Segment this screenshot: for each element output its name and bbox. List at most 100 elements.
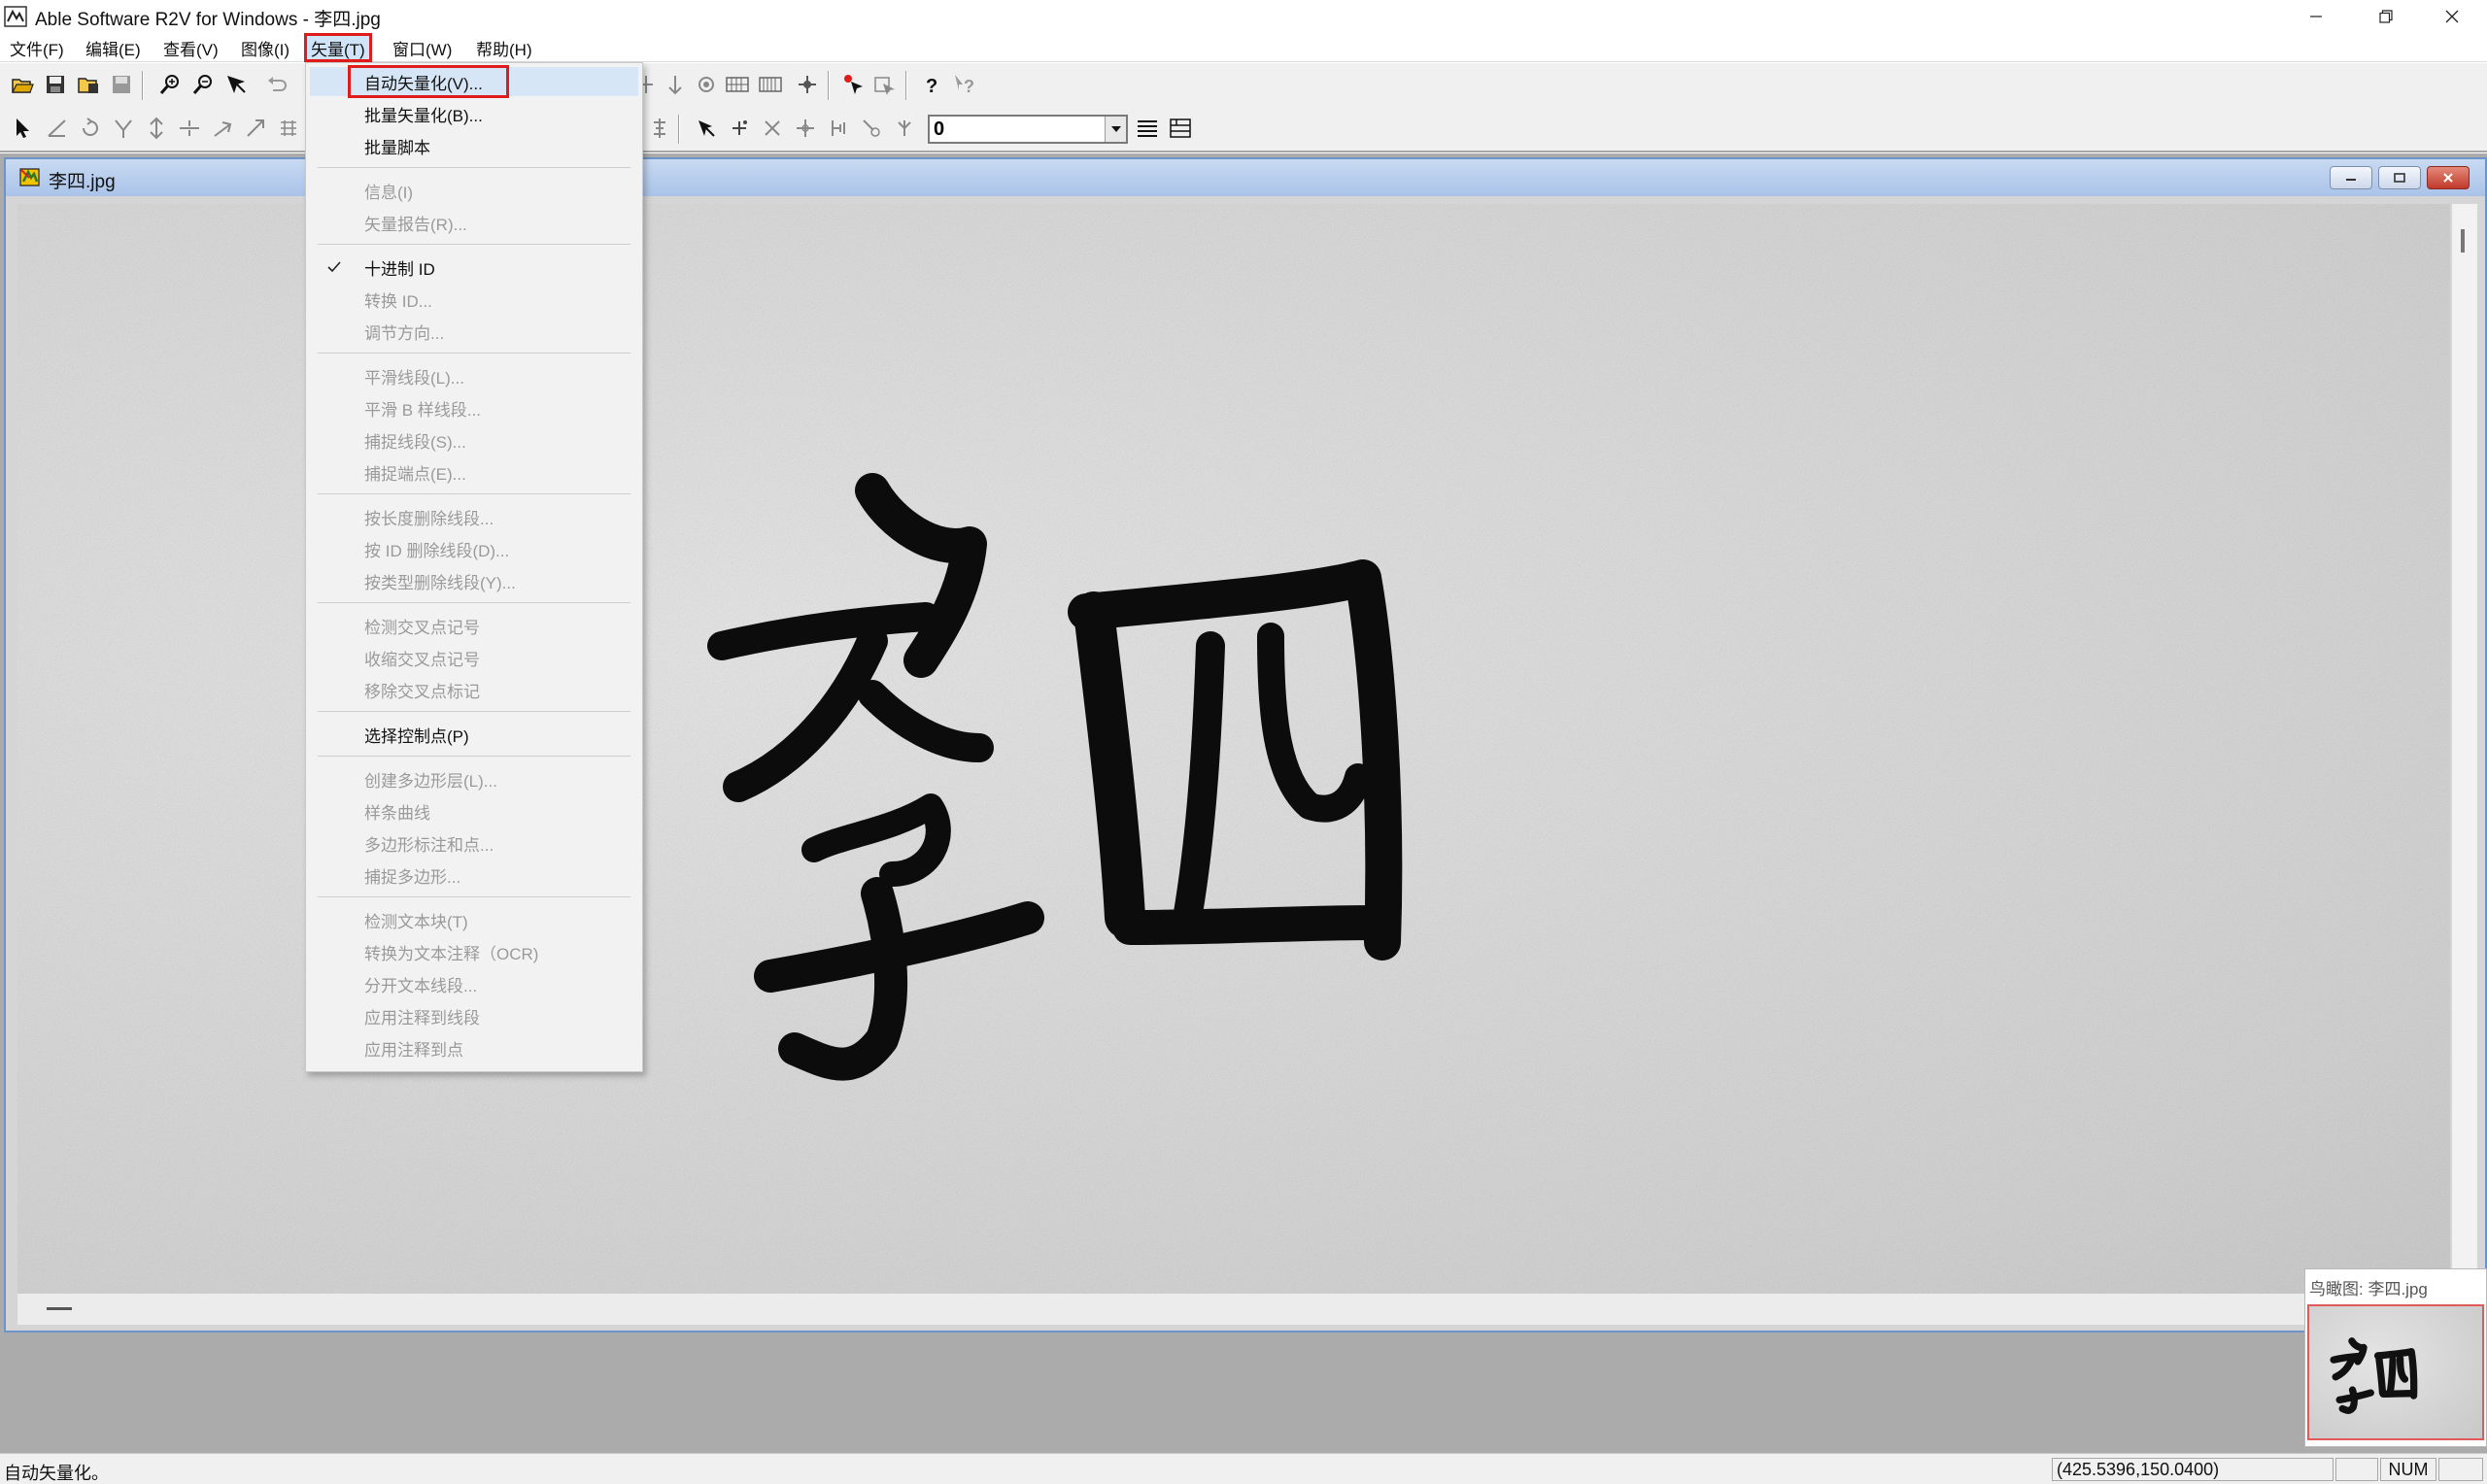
id-combo-box[interactable]: 0 bbox=[928, 115, 1128, 144]
r2v-app-icon bbox=[4, 6, 27, 27]
birdseye-title: 鸟瞰图: 李四.jpg bbox=[2309, 1280, 2428, 1298]
zoom-out-icon[interactable] bbox=[188, 70, 218, 99]
rotate-tool-icon[interactable] bbox=[76, 114, 105, 143]
snap-point-icon[interactable] bbox=[857, 114, 886, 143]
toolbar-separator bbox=[905, 71, 907, 100]
line-tool-icon[interactable] bbox=[43, 114, 72, 143]
align-tool-icon[interactable] bbox=[645, 114, 674, 143]
menu-help[interactable]: 帮助(H) bbox=[472, 36, 536, 59]
menu-item-spline[interactable]: 样条曲线 bbox=[310, 796, 638, 826]
vector-menu-dropdown: 自动矢量化(V)... 批量矢量化(B)... 批量脚本 信息(I) 矢量报告(… bbox=[305, 62, 643, 1072]
menu-image[interactable]: 图像(I) bbox=[237, 36, 293, 59]
menu-item-batch-script[interactable]: 批量脚本 bbox=[310, 131, 638, 160]
grid-icon[interactable] bbox=[723, 70, 752, 99]
menu-item-batch-vectorize[interactable]: 批量矢量化(B)... bbox=[310, 99, 638, 128]
menu-item-convert-to-text-ocr[interactable]: 转换为文本注释（OCR) bbox=[310, 937, 638, 966]
save-icon[interactable] bbox=[41, 70, 70, 99]
menu-item-snap-lines[interactable]: 捕捉线段(S)... bbox=[310, 425, 638, 455]
menu-separator bbox=[318, 167, 630, 168]
birdseye-thumbnail[interactable] bbox=[2307, 1304, 2484, 1440]
zoom-in-icon[interactable] bbox=[155, 70, 185, 99]
status-coordinates: (425.5396,150.0400) bbox=[2052, 1458, 2334, 1481]
menu-item-delete-by-length[interactable]: 按长度删除线段... bbox=[310, 502, 638, 531]
link-point-icon[interactable] bbox=[890, 114, 919, 143]
menu-separator bbox=[318, 756, 630, 757]
arrow-cursor-icon[interactable] bbox=[692, 114, 721, 143]
menu-window[interactable]: 窗口(W) bbox=[389, 36, 456, 59]
minimize-icon[interactable] bbox=[2281, 0, 2351, 33]
menu-item-separate-text-lines[interactable]: 分开文本线段... bbox=[310, 969, 638, 998]
split-point-icon[interactable] bbox=[824, 114, 853, 143]
menu-item-convert-id[interactable]: 转换 ID... bbox=[310, 285, 638, 314]
add-point-icon[interactable] bbox=[725, 114, 754, 143]
menu-item-smooth-lines[interactable]: 平滑线段(L)... bbox=[310, 361, 638, 390]
join-tool-icon[interactable] bbox=[241, 114, 270, 143]
list-icon[interactable] bbox=[1133, 114, 1162, 143]
menu-item-smooth-bspline[interactable]: 平滑 B 样线段... bbox=[310, 393, 638, 422]
menu-item-remove-cross-marks[interactable]: 移除交叉点标记 bbox=[310, 675, 638, 704]
menu-item-adjust-direction[interactable]: 调节方向... bbox=[310, 317, 638, 346]
doc-minimize-icon[interactable] bbox=[2330, 166, 2372, 189]
select-arrow-icon[interactable] bbox=[221, 70, 251, 99]
menu-separator bbox=[318, 493, 630, 494]
status-message: 自动矢量化。 bbox=[4, 1464, 109, 1483]
move-point-icon[interactable] bbox=[791, 114, 820, 143]
menu-separator bbox=[318, 711, 630, 712]
status-pane bbox=[2438, 1458, 2483, 1481]
grid-alt-icon[interactable] bbox=[756, 70, 785, 99]
menu-edit[interactable]: 编辑(E) bbox=[82, 36, 145, 59]
open-icon[interactable] bbox=[8, 70, 37, 99]
save-disk-icon[interactable] bbox=[107, 70, 136, 99]
menu-item-snap-endpoints[interactable]: 捕捉端点(E)... bbox=[310, 457, 638, 487]
app-window: Able Software R2V for Windows - 李四.jpg 文… bbox=[0, 0, 2487, 1484]
crosshair-icon[interactable] bbox=[793, 70, 822, 99]
context-help-icon[interactable]: ? bbox=[950, 70, 979, 99]
vertical-tool-icon[interactable] bbox=[142, 114, 171, 143]
menu-item-select-control-points[interactable]: 选择控制点(P) bbox=[310, 720, 638, 749]
menu-item-info[interactable]: 信息(I) bbox=[310, 176, 638, 205]
menu-item-delete-by-id[interactable]: 按 ID 删除线段(D)... bbox=[310, 534, 638, 563]
horizontal-tool-icon[interactable] bbox=[175, 114, 204, 143]
svg-text:?: ? bbox=[964, 77, 974, 96]
chevron-down-icon[interactable] bbox=[1105, 117, 1126, 142]
vertical-scrollbar[interactable] bbox=[2452, 204, 2477, 1294]
help-icon[interactable]: ? bbox=[917, 70, 946, 99]
edit-node-icon[interactable] bbox=[870, 70, 900, 99]
menu-vector[interactable]: 矢量(T) bbox=[304, 33, 372, 62]
grid-tool-icon[interactable] bbox=[274, 114, 303, 143]
vertical-scroll-thumb[interactable] bbox=[2461, 229, 2465, 253]
menu-item-shrink-cross-marks[interactable]: 收缩交叉点记号 bbox=[310, 643, 638, 672]
node-down-icon[interactable] bbox=[661, 70, 690, 99]
undo-icon[interactable] bbox=[262, 70, 291, 99]
id-combo-value: 0 bbox=[934, 118, 945, 140]
split-tool-icon[interactable] bbox=[109, 114, 138, 143]
menu-item-decimal-id[interactable]: 十进制 ID bbox=[310, 253, 638, 282]
horizontal-scrollbar[interactable] bbox=[17, 1294, 2450, 1325]
menu-view[interactable]: 查看(V) bbox=[159, 36, 222, 59]
menu-item-detect-text-blocks[interactable]: 检测文本块(T) bbox=[310, 905, 638, 934]
close-icon[interactable] bbox=[2417, 0, 2487, 33]
menu-item-detect-cross-marks[interactable]: 检测交叉点记号 bbox=[310, 611, 638, 640]
delete-point-icon[interactable] bbox=[758, 114, 787, 143]
open-folder-icon[interactable] bbox=[74, 70, 103, 99]
menu-item-apply-annotation-lines[interactable]: 应用注释到线段 bbox=[310, 1001, 638, 1030]
target-icon[interactable] bbox=[692, 70, 721, 99]
layers-icon[interactable] bbox=[1166, 114, 1195, 143]
menu-item-polygon-labels[interactable]: 多边形标注和点... bbox=[310, 828, 638, 858]
pick-icon[interactable] bbox=[839, 70, 869, 99]
window-title: Able Software R2V for Windows - 李四.jpg bbox=[35, 10, 381, 30]
horizontal-scroll-thumb[interactable] bbox=[47, 1307, 72, 1310]
angle-tool-icon[interactable] bbox=[208, 114, 237, 143]
menu-item-create-polygon-layer[interactable]: 创建多边形层(L)... bbox=[310, 764, 638, 793]
menu-item-vector-report[interactable]: 矢量报告(R)... bbox=[310, 208, 638, 237]
menu-item-auto-vectorize[interactable]: 自动矢量化(V)... bbox=[310, 67, 638, 96]
menu-item-snap-polygons[interactable]: 捕捉多边形... bbox=[310, 860, 638, 890]
pointer-tool-icon[interactable] bbox=[8, 114, 37, 143]
menu-item-delete-by-type[interactable]: 按类型删除线段(Y)... bbox=[310, 566, 638, 595]
doc-maximize-icon[interactable] bbox=[2378, 166, 2421, 189]
restore-icon[interactable] bbox=[2351, 0, 2421, 33]
menu-file[interactable]: 文件(F) bbox=[6, 36, 68, 59]
doc-close-icon[interactable] bbox=[2427, 166, 2470, 189]
menu-item-apply-annotation-points[interactable]: 应用注释到点 bbox=[310, 1033, 638, 1062]
menu-separator bbox=[318, 244, 630, 245]
